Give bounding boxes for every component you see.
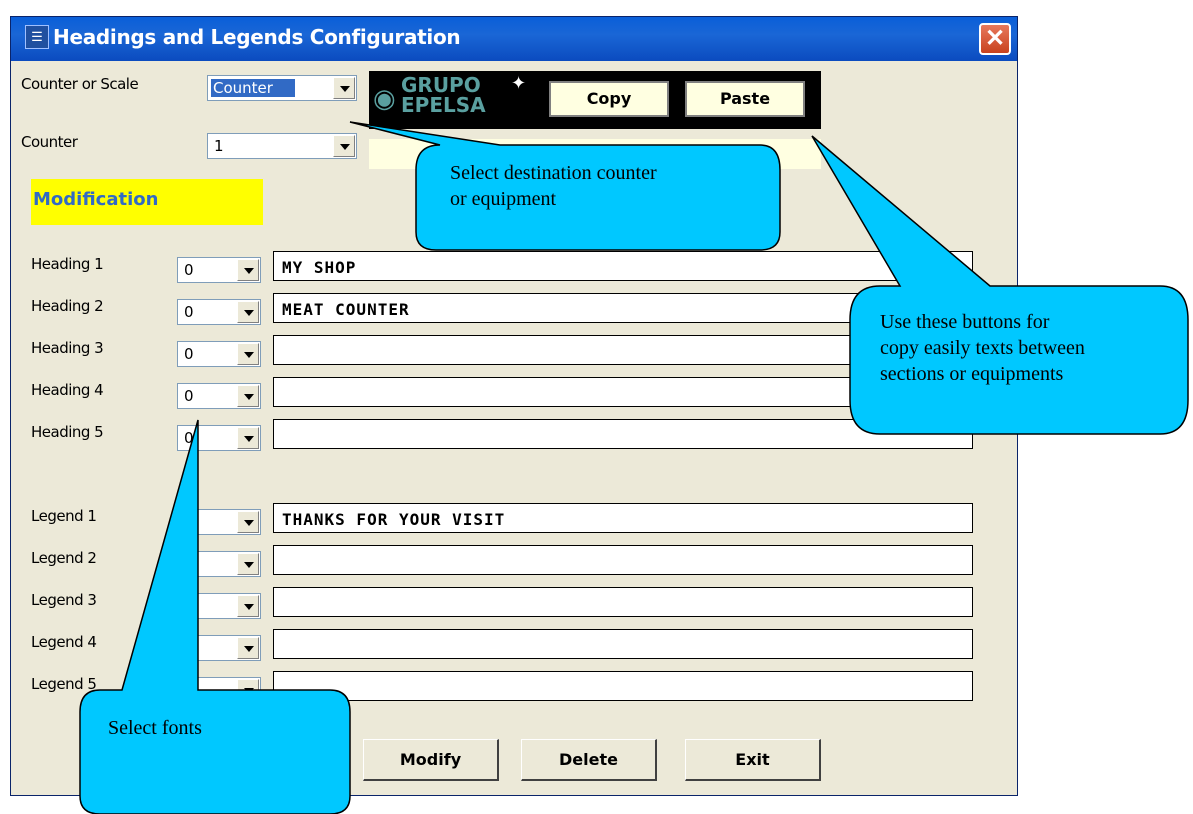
callout-destination-line-1: Select destination counter [450, 162, 657, 184]
callout-fonts: Select fonts [108, 717, 202, 739]
callout-copy-paste-line-1: Use these buttons for [880, 311, 1050, 333]
callout-copy-paste-line-3: sections or equipments [880, 363, 1064, 385]
callout-fonts-shape [79, 419, 351, 814]
callout-destination-line-2: or equipment [450, 188, 557, 210]
callout-copy-paste-shape [811, 135, 1189, 435]
callout-destination: Select destination counter or equipment [450, 160, 657, 212]
callout-copy-paste: Use these buttons for copy easily texts … [880, 309, 1085, 387]
callout-copy-paste-line-2: copy easily texts between [880, 337, 1085, 359]
callout-layer [79, 121, 1189, 814]
